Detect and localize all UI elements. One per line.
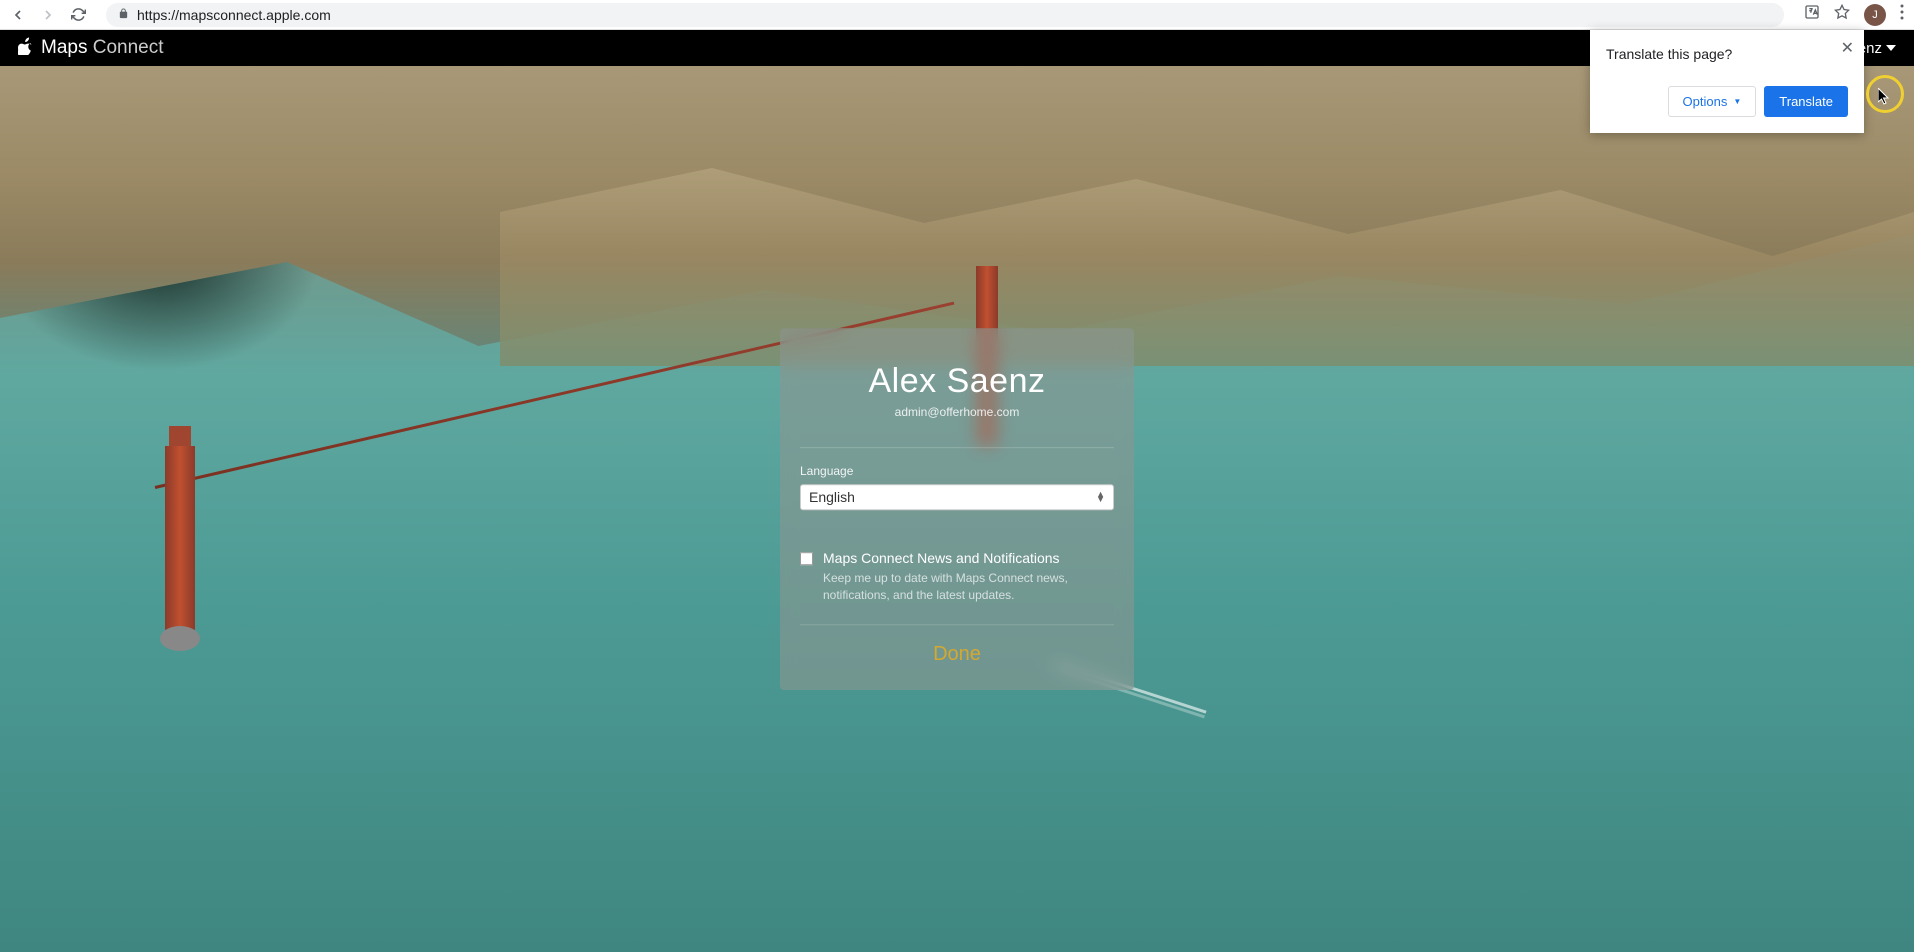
translate-button[interactable]: Translate [1764, 86, 1848, 117]
language-label: Language [800, 464, 1114, 478]
close-icon[interactable]: ✕ [1841, 38, 1854, 58]
apple-logo-icon [18, 37, 33, 60]
app-title: Maps Connect [41, 37, 164, 59]
news-checkbox-description: Keep me up to date with Maps Connect new… [823, 570, 1114, 604]
language-select[interactable]: English ▲▼ [800, 484, 1114, 510]
dropdown-arrow-icon: ▼ [1733, 97, 1741, 106]
translate-options-button[interactable]: Options ▼ [1668, 86, 1757, 117]
user-email: admin@offerhome.com [800, 405, 1114, 419]
translate-popup: ✕ Translate this page? Options ▼ Transla… [1590, 30, 1864, 133]
reload-button[interactable] [70, 7, 86, 23]
url-text: https://mapsconnect.apple.com [137, 7, 1772, 23]
lock-icon [118, 8, 129, 22]
user-display-name: Alex Saenz [800, 362, 1114, 401]
back-button[interactable] [10, 7, 26, 23]
select-arrows-icon: ▲▼ [1096, 492, 1105, 502]
forward-button[interactable] [40, 7, 56, 23]
chevron-down-icon [1886, 45, 1896, 51]
profile-avatar[interactable]: J [1864, 4, 1886, 26]
done-button[interactable]: Done [800, 643, 1114, 666]
news-checkbox-title: Maps Connect News and Notifications [823, 550, 1114, 566]
header-brand[interactable]: Maps Connect [18, 37, 164, 60]
translate-prompt-title: Translate this page? [1606, 46, 1848, 62]
translate-icon[interactable] [1804, 4, 1820, 25]
browser-toolbar: https://mapsconnect.apple.com J [0, 0, 1914, 30]
news-checkbox[interactable] [800, 552, 813, 565]
profile-setup-modal: Alex Saenz admin@offerhome.com Language … [780, 328, 1134, 690]
language-value: English [809, 489, 855, 505]
menu-dots-icon[interactable] [1900, 4, 1904, 25]
address-bar[interactable]: https://mapsconnect.apple.com [106, 3, 1784, 27]
bookmark-star-icon[interactable] [1834, 4, 1850, 25]
main-background: Alex Saenz admin@offerhome.com Language … [0, 66, 1914, 952]
